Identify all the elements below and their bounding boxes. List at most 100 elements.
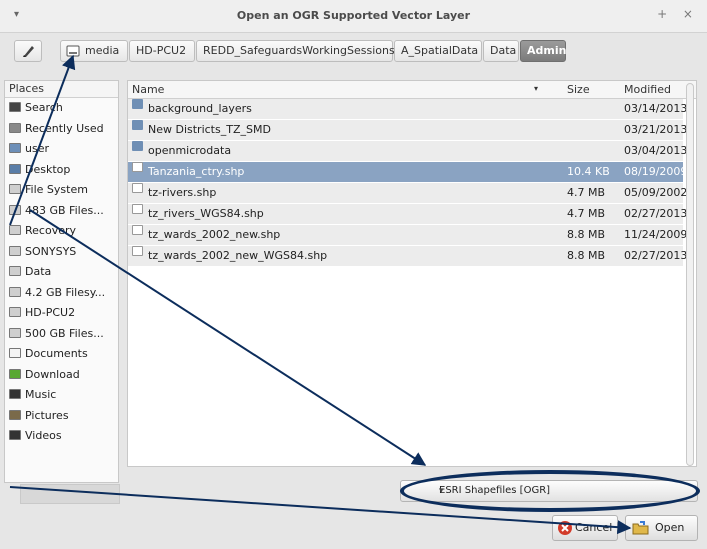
- file-row[interactable]: tz_wards_2002_new_WGS84.shp 8.8 MB 02/27/2…: [128, 246, 687, 266]
- place-item-500-gb-files[interactable]: 500 GB Files...: [5, 324, 118, 345]
- place-item-user[interactable]: user: [5, 139, 118, 160]
- crumb-spatialdata[interactable]: A_SpatialData: [394, 40, 482, 62]
- place-label: 500 GB Files...: [25, 326, 104, 340]
- videos-icon: [9, 430, 21, 440]
- file-name: tz_rivers_WGS84.shp: [148, 207, 264, 220]
- vertical-scrollbar[interactable]: [686, 83, 694, 466]
- drive-icon: [9, 286, 21, 297]
- clock-icon: [9, 122, 21, 133]
- place-label: Videos: [25, 429, 62, 442]
- place-label: SONYSYS: [25, 244, 77, 258]
- home-icon: [9, 143, 21, 153]
- place-label: Recovery: [25, 224, 77, 237]
- name-column-header[interactable]: Name: [132, 83, 164, 96]
- modified-column-header[interactable]: Modified: [624, 83, 671, 96]
- place-item-music[interactable]: Music: [5, 385, 118, 406]
- file-size: 8.8 MB: [567, 228, 606, 241]
- place-label: Documents: [25, 347, 88, 360]
- file-size: 10.4 KB: [567, 165, 610, 178]
- place-item-hd-pcu2[interactable]: HD-PCU2: [5, 303, 118, 324]
- place-item-recently-used[interactable]: Recently Used: [5, 119, 118, 140]
- download-icon: [9, 368, 21, 379]
- place-label: Pictures: [25, 408, 69, 422]
- place-label: File System: [25, 183, 88, 196]
- open-label: Open: [655, 521, 685, 534]
- place-label: HD-PCU2: [25, 306, 76, 319]
- file-modified: 02/27/2013: [624, 249, 688, 262]
- crumb-hd-pcu2[interactable]: HD-PCU2: [129, 40, 195, 62]
- file-size: 4.7 MB: [567, 186, 606, 199]
- place-item-data[interactable]: Data: [5, 262, 118, 283]
- place-item-483-gb-files[interactable]: 483 GB Files...: [5, 201, 118, 222]
- crumb-admin[interactable]: Admin: [520, 40, 566, 62]
- file-name: Tanzania_ctry.shp: [148, 165, 245, 178]
- place-label: Download: [25, 367, 80, 381]
- drive-icon: [66, 45, 80, 57]
- place-item-sonysys[interactable]: SONYSYS: [5, 242, 118, 263]
- file-name: openmicrodata: [148, 144, 232, 157]
- window-title: Open an OGR Supported Vector Layer: [236, 9, 471, 22]
- places-sidebar: Places Search Recently Used user Desktop Fil…: [4, 80, 119, 483]
- place-item-videos[interactable]: Videos: [5, 426, 118, 447]
- file-modified: 05/09/2002: [624, 186, 688, 199]
- size-column-header[interactable]: Size: [567, 83, 590, 96]
- folder-icon: [132, 141, 143, 151]
- pictures-icon: [9, 409, 21, 420]
- file-modified: 08/19/2009: [624, 165, 688, 178]
- place-label: Music: [25, 388, 57, 401]
- file-row[interactable]: background_layers 03/14/2013: [128, 99, 687, 119]
- search-icon: [9, 102, 21, 112]
- file-list: Name ▾ Size Modified background_layers 03…: [127, 80, 697, 467]
- places-header: Places: [5, 81, 118, 98]
- drive-icon: [9, 245, 21, 256]
- file-row[interactable]: New Districts_TZ_SMD 03/21/2013: [128, 120, 687, 140]
- file-size: 8.8 MB: [567, 249, 606, 262]
- place-item-desktop[interactable]: Desktop: [5, 160, 118, 181]
- crumb-label: media: [85, 44, 120, 57]
- place-label: Recently Used: [25, 121, 104, 135]
- crumb-redd[interactable]: REDD_SafeguardsWorkingSessions: [196, 40, 395, 62]
- places-list: Search Recently Used user Desktop File Syste…: [5, 98, 118, 447]
- open-button[interactable]: Open: [625, 515, 698, 541]
- crumb-media[interactable]: media: [60, 40, 128, 62]
- file-dialog: ▾ Open an OGR Supported Vector Layer + ×…: [0, 0, 707, 549]
- folder-icon: [132, 120, 143, 130]
- file-row[interactable]: tz_wards_2002_new.shp 8.8 MB 11/24/2009: [128, 225, 687, 245]
- file-icon: [132, 162, 143, 172]
- file-name: tz_wards_2002_new.shp: [148, 228, 281, 241]
- cancel-label: Cancel: [575, 521, 613, 534]
- cancel-icon: [558, 521, 572, 535]
- place-label: Data: [25, 265, 52, 278]
- file-name: background_layers: [148, 102, 252, 115]
- file-modified: 03/04/2013: [624, 144, 688, 157]
- crumb-data[interactable]: Data: [483, 40, 519, 62]
- file-row[interactable]: Tanzania_ctry.shp 10.4 KB 08/19/2009: [128, 162, 687, 182]
- place-item-documents[interactable]: Documents: [5, 344, 118, 365]
- file-row[interactable]: tz-rivers.shp 4.7 MB 05/09/2002: [128, 183, 687, 203]
- file-row[interactable]: openmicrodata 03/04/2013: [128, 141, 687, 161]
- place-item-recovery[interactable]: Recovery: [5, 221, 118, 242]
- place-item-4-2-gb-filesy[interactable]: 4.2 GB Filesy...: [5, 283, 118, 304]
- file-modified: 11/24/2009: [624, 228, 688, 241]
- drive-icon: [9, 204, 21, 215]
- place-item-pictures[interactable]: Pictures: [5, 406, 118, 427]
- desktop-icon: [9, 163, 21, 174]
- file-row[interactable]: tz_rivers_WGS84.shp 4.7 MB 02/27/2013: [128, 204, 687, 224]
- place-item-search[interactable]: Search: [5, 98, 118, 119]
- window-controls[interactable]: + ×: [657, 7, 699, 21]
- place-item-file-system[interactable]: File System: [5, 180, 118, 201]
- drive-icon: [9, 307, 21, 317]
- file-modified: 02/27/2013: [624, 207, 688, 220]
- file-icon: [132, 225, 143, 235]
- place-item-download[interactable]: Download: [5, 365, 118, 386]
- file-modified: 03/21/2013: [624, 123, 688, 136]
- cancel-button[interactable]: Cancel: [552, 515, 618, 541]
- folder-open-icon: [632, 521, 649, 535]
- file-name: tz-rivers.shp: [148, 186, 217, 199]
- place-label: 4.2 GB Filesy...: [25, 285, 106, 299]
- place-label: Desktop: [25, 162, 71, 176]
- edit-location-button[interactable]: [14, 40, 42, 62]
- annotation-ellipse: [400, 470, 700, 512]
- file-icon: [132, 204, 143, 214]
- file-list-header: Name ▾ Size Modified: [128, 81, 696, 99]
